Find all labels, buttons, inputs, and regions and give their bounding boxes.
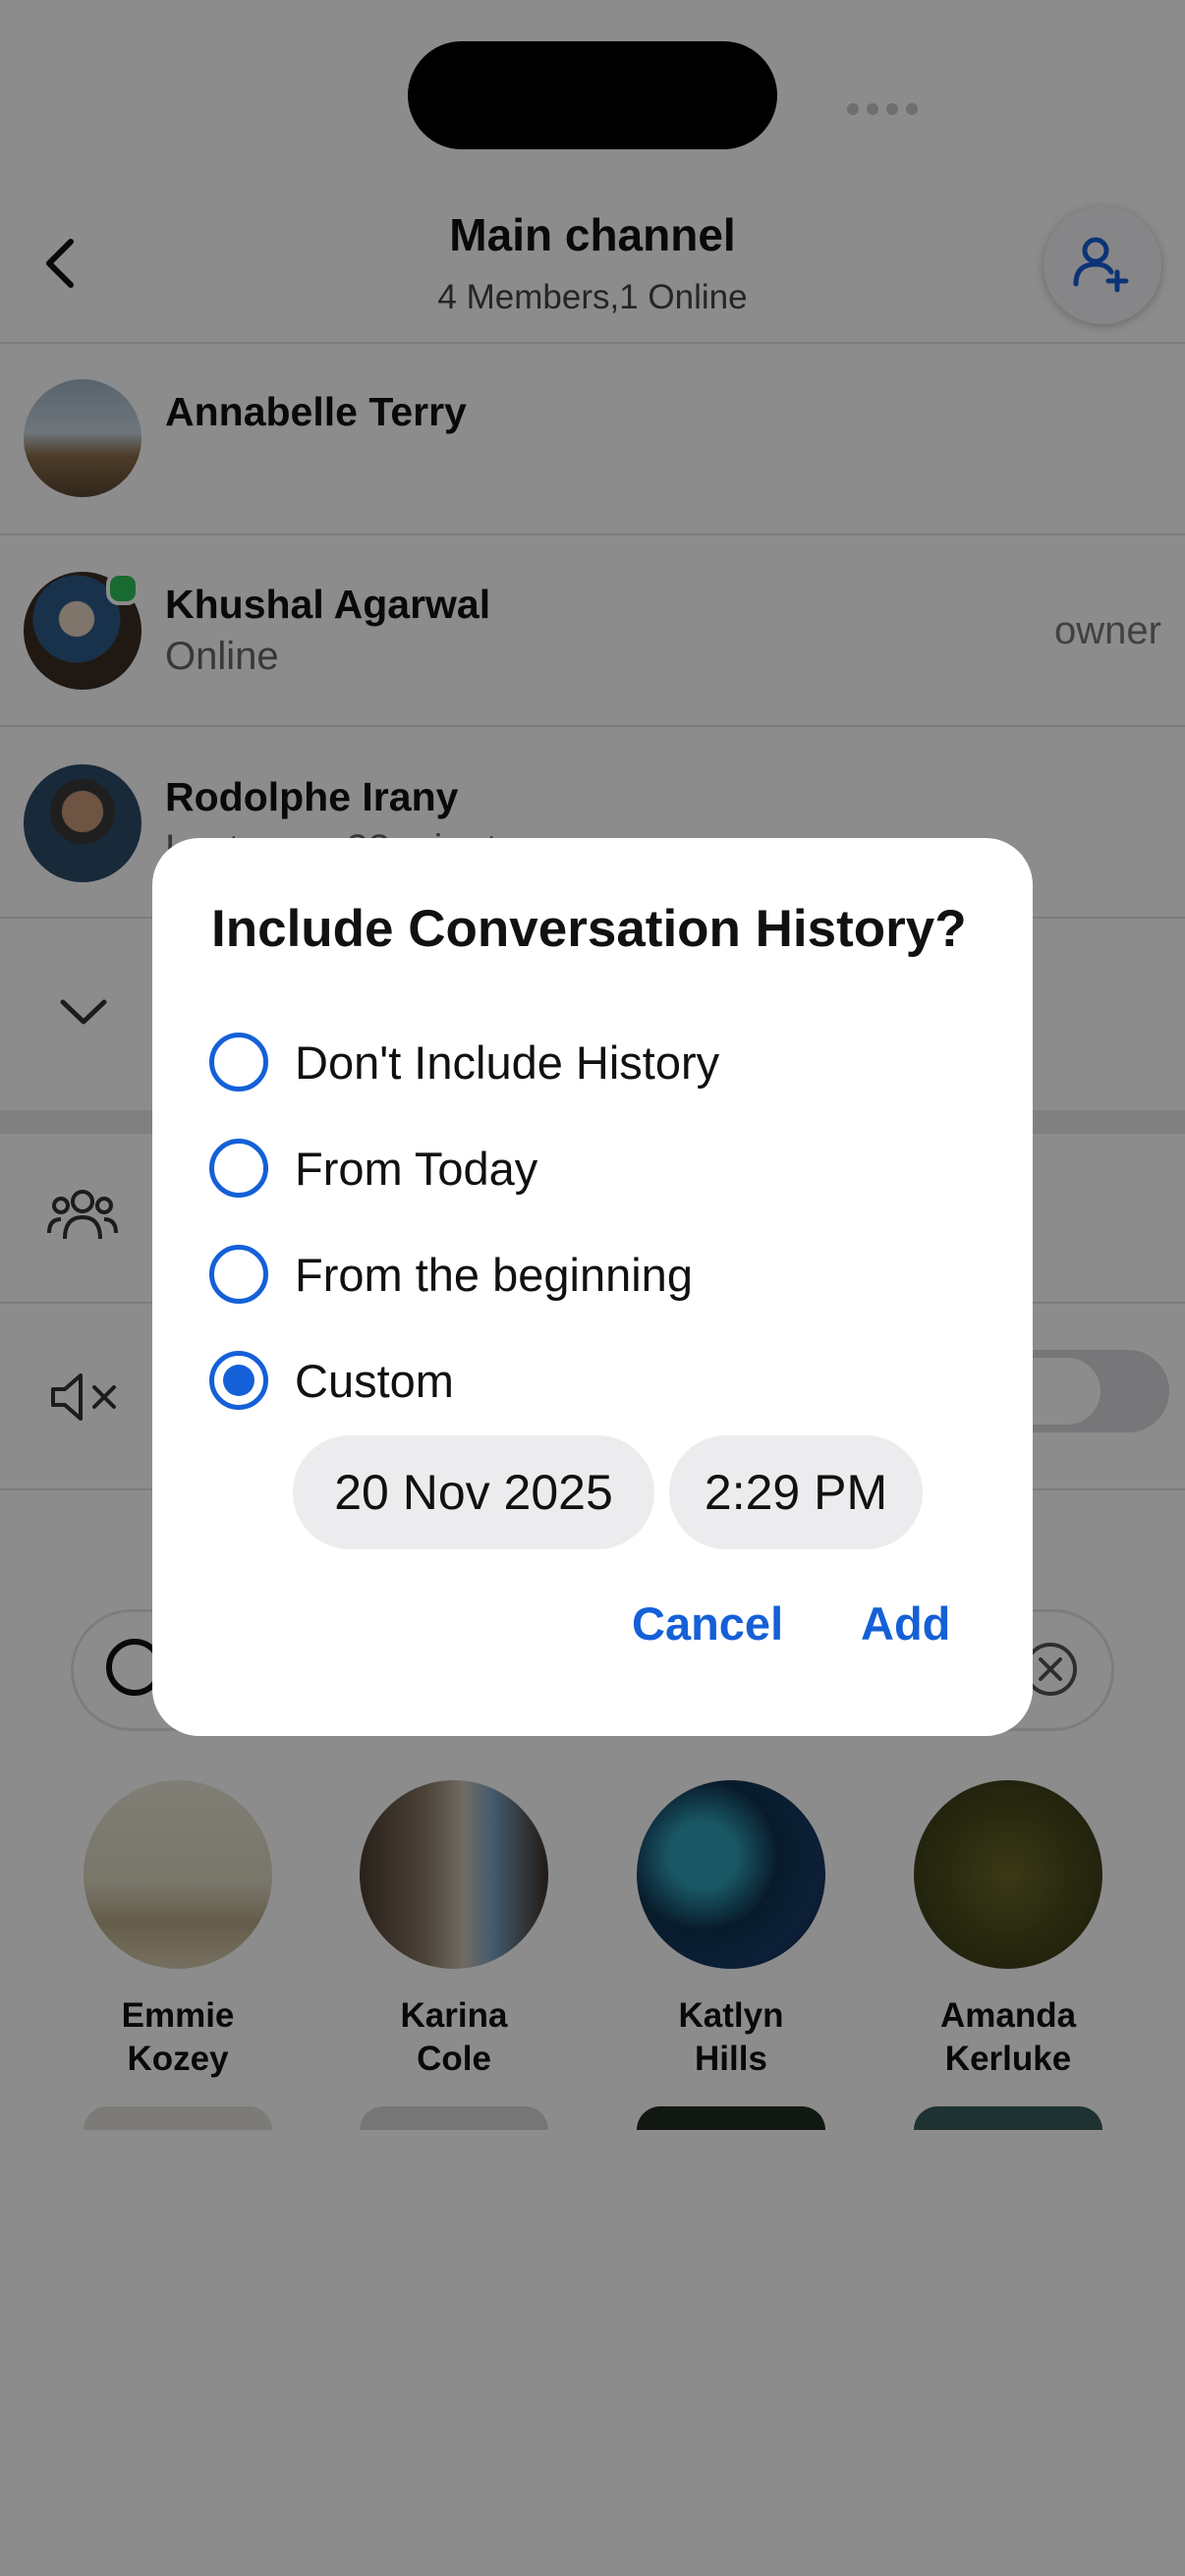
add-button[interactable]: Add bbox=[861, 1596, 950, 1651]
radio-custom[interactable] bbox=[209, 1351, 268, 1410]
radio-dont-include[interactable] bbox=[209, 1033, 268, 1092]
radio-label[interactable]: From the beginning bbox=[295, 1248, 693, 1302]
radio-label[interactable]: Don't Include History bbox=[295, 1036, 719, 1090]
radio-label[interactable]: From Today bbox=[295, 1142, 537, 1196]
dialog-title: Include Conversation History? bbox=[211, 900, 967, 958]
date-picker-button[interactable]: 20 Nov 2025 bbox=[293, 1435, 654, 1549]
radio-from-beginning[interactable] bbox=[209, 1245, 268, 1304]
radio-label[interactable]: Custom bbox=[295, 1354, 454, 1408]
time-picker-button[interactable]: 2:29 PM bbox=[669, 1435, 923, 1549]
radio-from-today[interactable] bbox=[209, 1139, 268, 1198]
cancel-button[interactable]: Cancel bbox=[632, 1596, 783, 1651]
